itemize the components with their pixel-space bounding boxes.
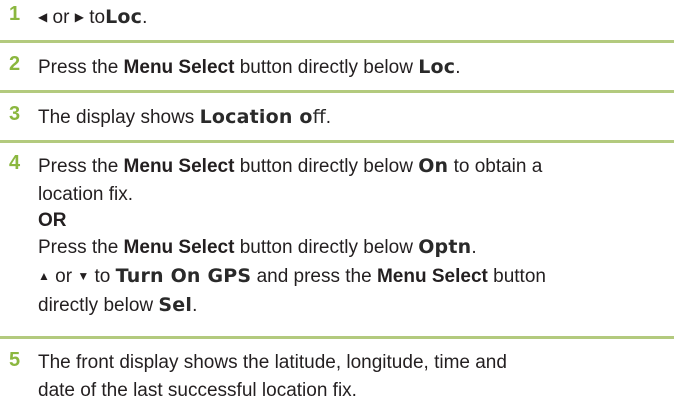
step-number: 4 [9, 152, 21, 174]
step-text-line-2: date of the last successful location fix… [38, 380, 357, 401]
menu-select-label: Menu Select [376, 266, 488, 287]
step-number: 5 [9, 349, 21, 371]
or-text: or [52, 7, 70, 28]
step-text-line-4: Press the Menu Select button directly be… [38, 236, 477, 258]
step-text: ◀ or ▶ toLoc. [38, 3, 674, 32]
step-text: Press the Menu Select button directly be… [38, 56, 461, 78]
step-text-line-1: Press the Menu Select button directly be… [38, 155, 543, 177]
step-number: 2 [9, 53, 21, 75]
step-number: 1 [9, 3, 21, 25]
right-arrow-icon: ▶ [74, 10, 84, 24]
step-5: 5 The front display shows the latitude, … [0, 349, 674, 405]
display-text-sel: Sel [158, 294, 193, 316]
separator [0, 140, 674, 143]
display-text-optn: Optn [418, 236, 472, 258]
down-arrow-icon: ▼ [77, 269, 90, 283]
display-text-turn-on-gps: Turn On GPS [115, 265, 252, 287]
step-text-line-5: ▲ or ▼ to Turn On GPS and press the Menu… [38, 262, 674, 291]
separator [0, 40, 674, 43]
step-4: 4 Press the Menu Select button directly … [0, 152, 674, 320]
step-3: 3 The display shows Location off. [0, 103, 674, 132]
step-1: 1 ◀ or ▶ toLoc. [0, 3, 674, 32]
menu-select-label: Menu Select [123, 57, 235, 78]
menu-select-label: Menu Select [123, 237, 235, 258]
separator [0, 336, 674, 339]
separator [0, 90, 674, 93]
up-arrow-icon: ▲ [38, 269, 50, 283]
step-text-line-2: location fix. [38, 184, 134, 205]
display-text-loc: Loc [418, 56, 456, 78]
display-text-loc: Loc [105, 6, 143, 28]
menu-select-label: Menu Select [123, 156, 235, 177]
step-number: 3 [9, 103, 21, 125]
step-text-line-6: directly below Sel. [38, 294, 198, 316]
display-text-location-off: Location o [199, 106, 313, 128]
display-text-on: On [418, 155, 449, 177]
step-2: 2 Press the Menu Select button directly … [0, 53, 674, 82]
step-text: The display shows Location off. [38, 106, 332, 128]
step-text-line-1: The front display shows the latitude, lo… [38, 352, 507, 373]
period: . [142, 7, 148, 28]
or-label: OR [38, 210, 67, 231]
left-arrow-icon: ◀ [38, 10, 48, 24]
to-text: to [89, 7, 106, 28]
